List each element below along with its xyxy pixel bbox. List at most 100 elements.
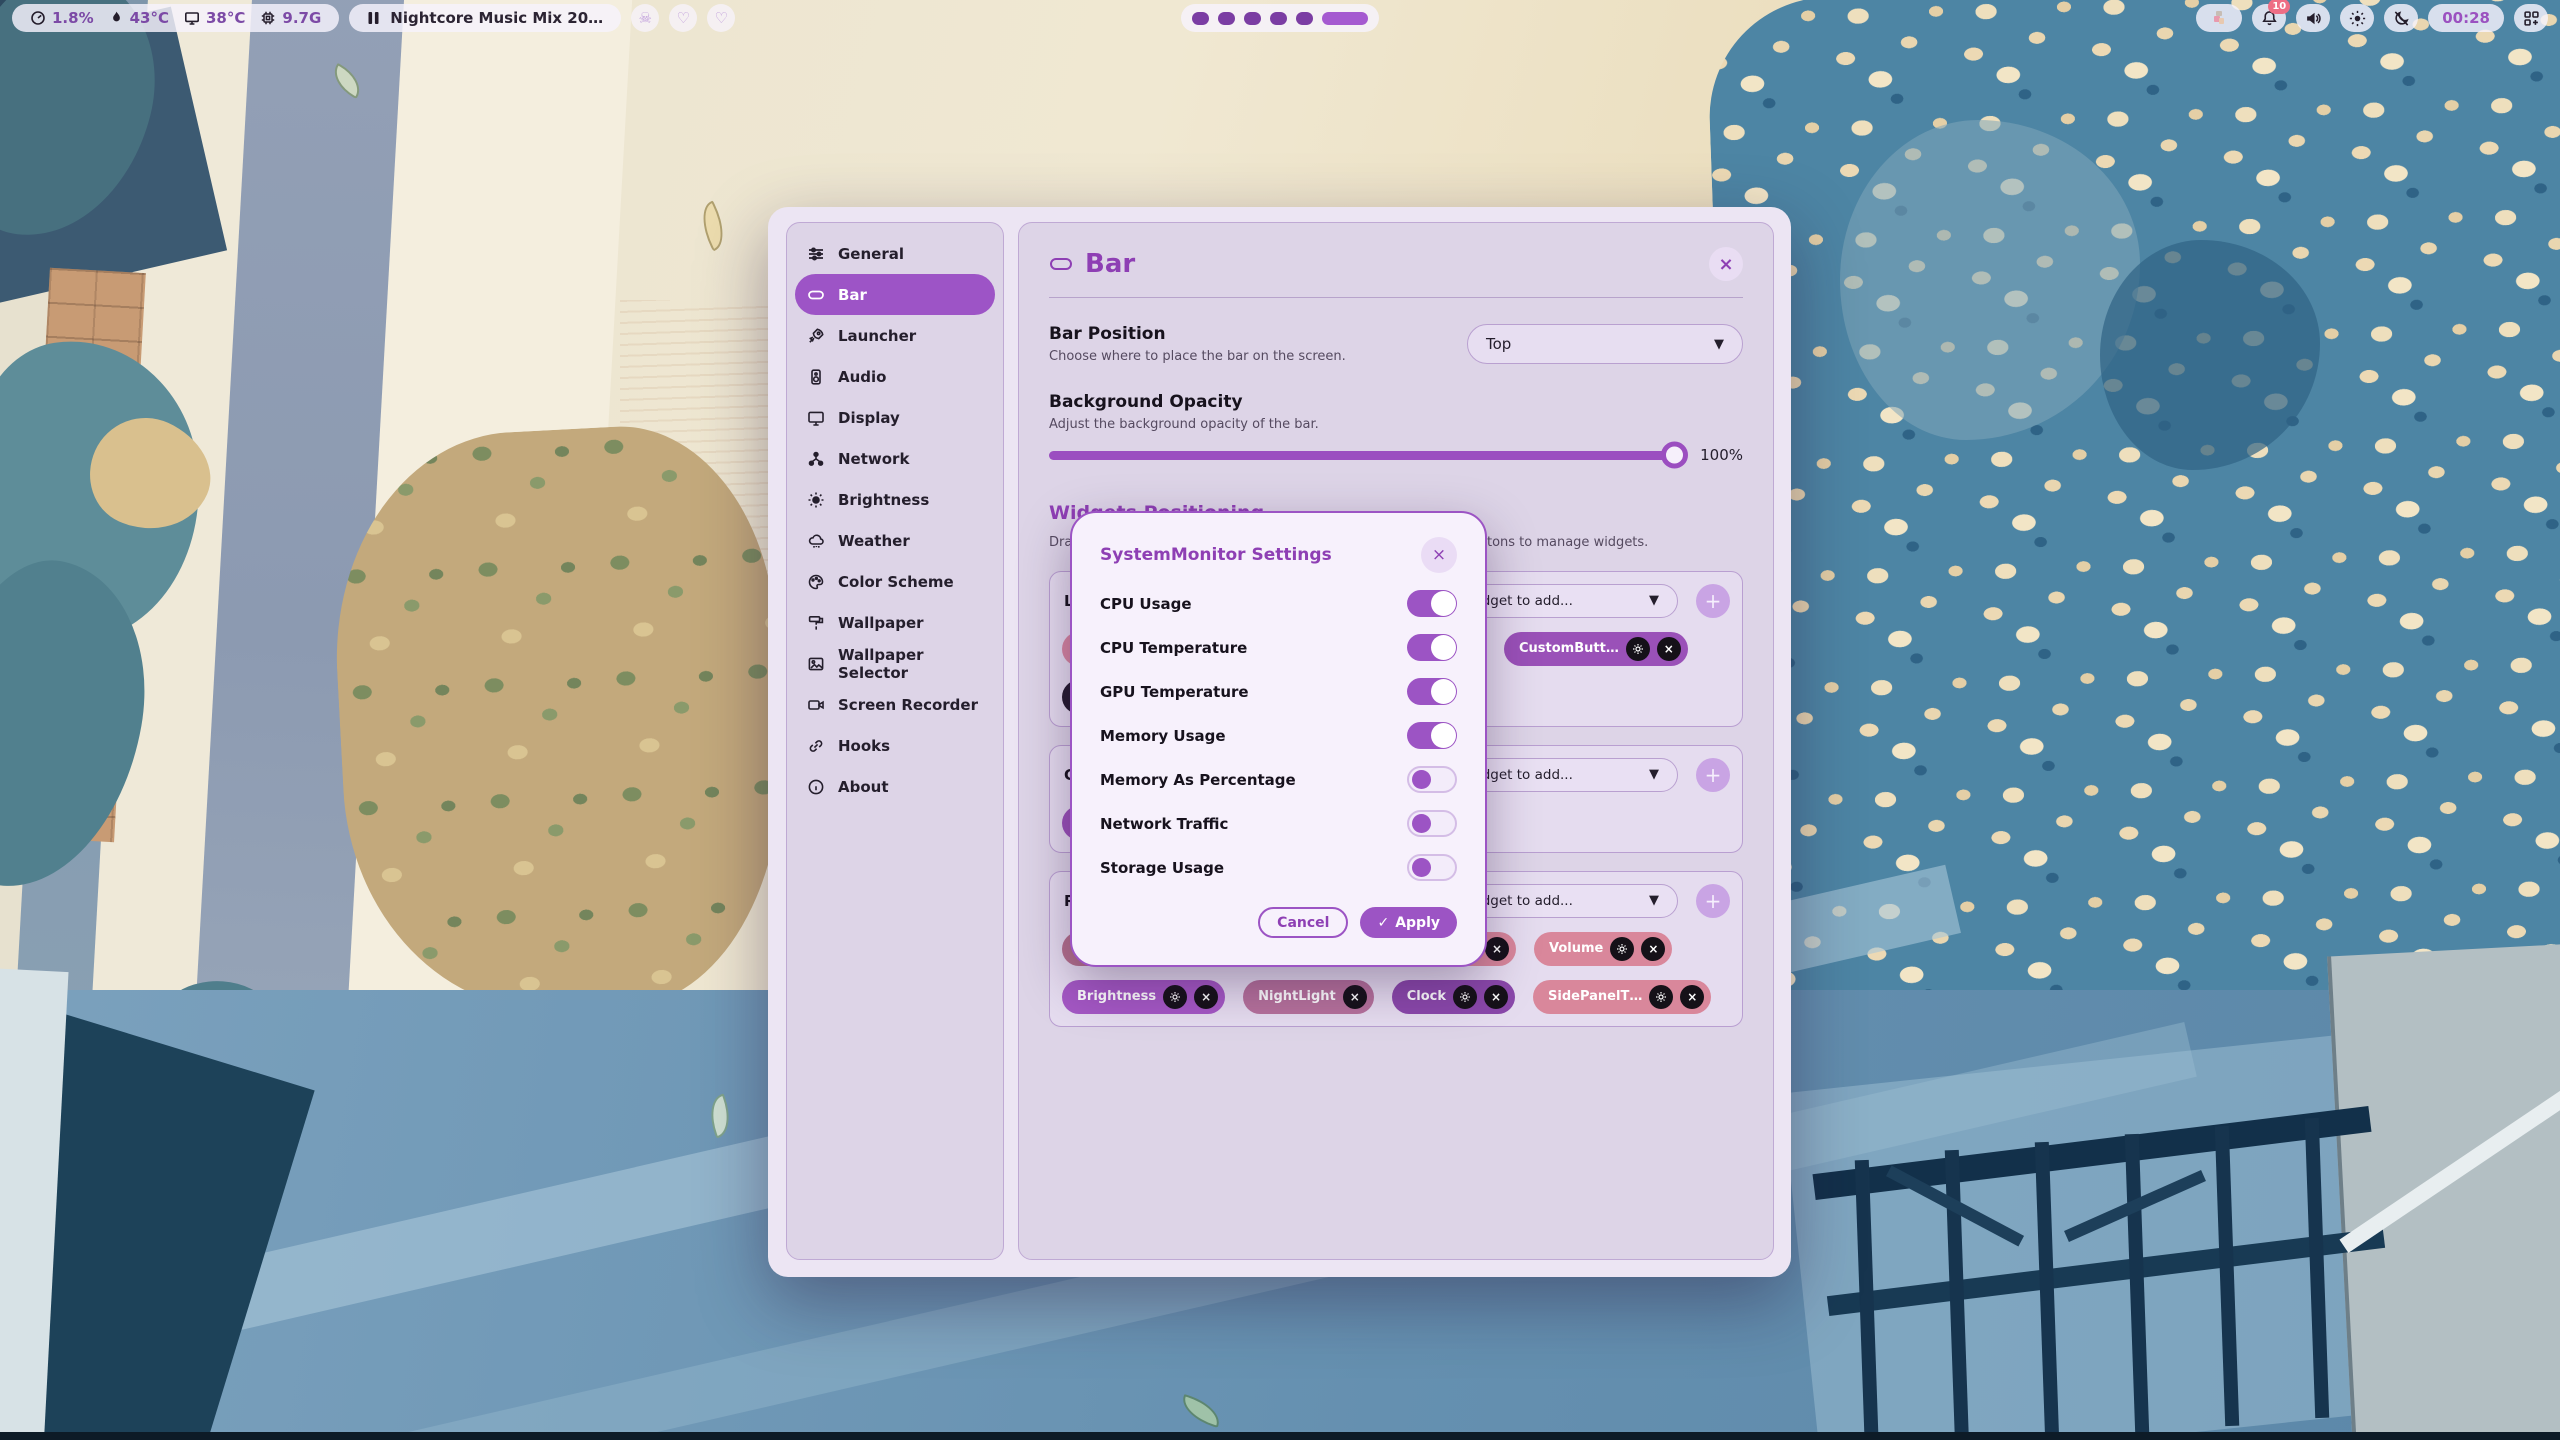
toggle-memory-usage[interactable]	[1407, 722, 1457, 749]
remove-icon[interactable]: ×	[1343, 985, 1367, 1009]
paint-roller-icon	[807, 614, 825, 632]
workspace-dot[interactable]	[1192, 12, 1209, 25]
system-stats-pill[interactable]: 1.8% 43°C 38°C 9.7G	[12, 4, 339, 32]
sidebar-item-label: Weather	[838, 532, 910, 550]
add-widget-button[interactable]: +	[1696, 584, 1730, 618]
cpu-temp-stat: 43°C	[109, 9, 169, 27]
sidebar-item-brightness[interactable]: Brightness	[795, 479, 995, 520]
sun-icon	[2349, 10, 2366, 27]
toggle-label: Memory As Percentage	[1100, 771, 1296, 789]
cancel-button[interactable]: Cancel	[1258, 907, 1348, 938]
chip-icon	[260, 10, 276, 26]
widget-chip[interactable]: NightLight ×	[1243, 980, 1374, 1014]
close-icon[interactable]: ×	[1421, 537, 1457, 573]
sidebar-item-wallpaper[interactable]: Wallpaper	[795, 602, 995, 643]
opacity-slider[interactable]	[1049, 451, 1686, 460]
workspace-dot[interactable]	[1296, 12, 1313, 25]
add-widget-button[interactable]: +	[1696, 884, 1730, 918]
sidebar-item-label: General	[838, 245, 904, 263]
media-player-pill[interactable]: Nightcore Music Mix 20…	[349, 4, 621, 32]
remove-icon[interactable]: ×	[1485, 937, 1509, 961]
sidebar-item-label: Brightness	[838, 491, 929, 509]
gpu-temp-value: 38°C	[206, 9, 245, 27]
add-widget-button[interactable]: +	[1696, 758, 1730, 792]
opacity-value: 100%	[1700, 446, 1743, 464]
night-light-off-button[interactable]	[2384, 4, 2418, 32]
chip-label: Volume	[1549, 941, 1603, 956]
gear-icon[interactable]	[1626, 637, 1650, 661]
workspace-active[interactable]	[1322, 12, 1368, 25]
sidebar-item-launcher[interactable]: Launcher	[795, 315, 995, 356]
link-icon	[807, 737, 825, 755]
wp-shape	[2327, 944, 2560, 1440]
toggle-label: Network Traffic	[1100, 815, 1228, 833]
sidebar-item-bar[interactable]: Bar	[795, 274, 995, 315]
sidebar-item-general[interactable]: General	[795, 233, 995, 274]
toggle-memory-as-percentage[interactable]	[1407, 766, 1457, 793]
sidebar-item-hooks[interactable]: Hooks	[795, 725, 995, 766]
remove-icon[interactable]: ×	[1484, 985, 1508, 1009]
sidebar-item-wallpaper-selector[interactable]: Wallpaper Selector	[795, 643, 995, 684]
widget-chip[interactable]: Brightness ×	[1062, 980, 1225, 1014]
notifications-button[interactable]: 10	[2252, 4, 2286, 32]
sidebar-item-label: Wallpaper Selector	[838, 646, 983, 682]
toggle-cpu-temperature[interactable]	[1407, 634, 1457, 661]
widget-chip[interactable]: SidePanelT… ×	[1533, 980, 1711, 1014]
remove-icon[interactable]: ×	[1641, 937, 1665, 961]
gear-icon[interactable]	[1453, 985, 1477, 1009]
volume-button[interactable]	[2296, 4, 2330, 32]
memory-stat: 9.7G	[260, 9, 321, 27]
heart-icon[interactable]: ♡	[707, 4, 735, 32]
bar-position-select[interactable]: Top ▼	[1467, 324, 1743, 364]
slider-handle[interactable]	[1661, 442, 1688, 469]
media-title: Nightcore Music Mix 20…	[390, 9, 603, 27]
clock[interactable]: 00:28	[2428, 4, 2504, 32]
workspace-dot[interactable]	[1218, 12, 1235, 25]
widget-chip[interactable]: Clock ×	[1392, 980, 1515, 1014]
setting-description: Choose where to place the bar on the scr…	[1049, 349, 1346, 364]
gpu-temp-stat: 38°C	[184, 9, 245, 27]
brightness-button[interactable]	[2340, 4, 2374, 32]
chip-label: Brightness	[1077, 989, 1156, 1004]
toggle-network-traffic[interactable]	[1407, 810, 1457, 837]
sidebar-item-label: Screen Recorder	[838, 696, 978, 714]
workspace-dot[interactable]	[1244, 12, 1261, 25]
remove-icon[interactable]: ×	[1194, 985, 1218, 1009]
dialog-title: SystemMonitor Settings	[1100, 545, 1332, 565]
memory-value: 9.7G	[282, 9, 321, 27]
workspace-dot[interactable]	[1270, 12, 1287, 25]
remove-icon[interactable]: ×	[1680, 985, 1704, 1009]
widget-chip[interactable]: Volume ×	[1534, 932, 1672, 966]
info-icon	[807, 778, 825, 796]
dashboard-button[interactable]	[2514, 4, 2548, 32]
gear-icon[interactable]	[1649, 985, 1673, 1009]
heart-icon[interactable]: ♡	[669, 4, 697, 32]
top-bar: 1.8% 43°C 38°C 9.7G Nightcore Music Mix …	[0, 0, 2560, 36]
desktop: 1.8% 43°C 38°C 9.7G Nightcore Music Mix …	[0, 0, 2560, 1440]
toggle-cpu-usage[interactable]	[1407, 590, 1457, 617]
skull-icon[interactable]: ☠	[631, 4, 659, 32]
apply-button[interactable]: ✓ Apply	[1360, 907, 1457, 938]
remove-icon[interactable]: ×	[1657, 637, 1681, 661]
gear-icon[interactable]	[1610, 937, 1634, 961]
widget-chip[interactable]: CustomButt… ×	[1504, 632, 1688, 666]
toggle-row: GPU Temperature	[1100, 678, 1457, 705]
tray-app-icon[interactable]	[2196, 4, 2242, 32]
sun-icon	[807, 491, 825, 509]
sidebar-item-about[interactable]: About	[795, 766, 995, 807]
sidebar-item-weather[interactable]: Weather	[795, 520, 995, 561]
toggle-storage-usage[interactable]	[1407, 854, 1457, 881]
sidebar-item-display[interactable]: Display	[795, 397, 995, 438]
page-header: Bar ×	[1049, 247, 1743, 281]
toggle-gpu-temperature[interactable]	[1407, 678, 1457, 705]
sidebar-item-color-scheme[interactable]: Color Scheme	[795, 561, 995, 602]
toggle-knob	[1431, 679, 1456, 704]
sidebar-item-screen-recorder[interactable]: Screen Recorder	[795, 684, 995, 725]
toggle-label: GPU Temperature	[1100, 683, 1249, 701]
sidebar-item-audio[interactable]: Audio	[795, 356, 995, 397]
gear-icon[interactable]	[1163, 985, 1187, 1009]
sidebar-item-network[interactable]: Network	[795, 438, 995, 479]
toggle-knob	[1431, 591, 1456, 616]
close-icon[interactable]: ×	[1709, 247, 1743, 281]
sidebar-item-label: Bar	[838, 286, 867, 304]
